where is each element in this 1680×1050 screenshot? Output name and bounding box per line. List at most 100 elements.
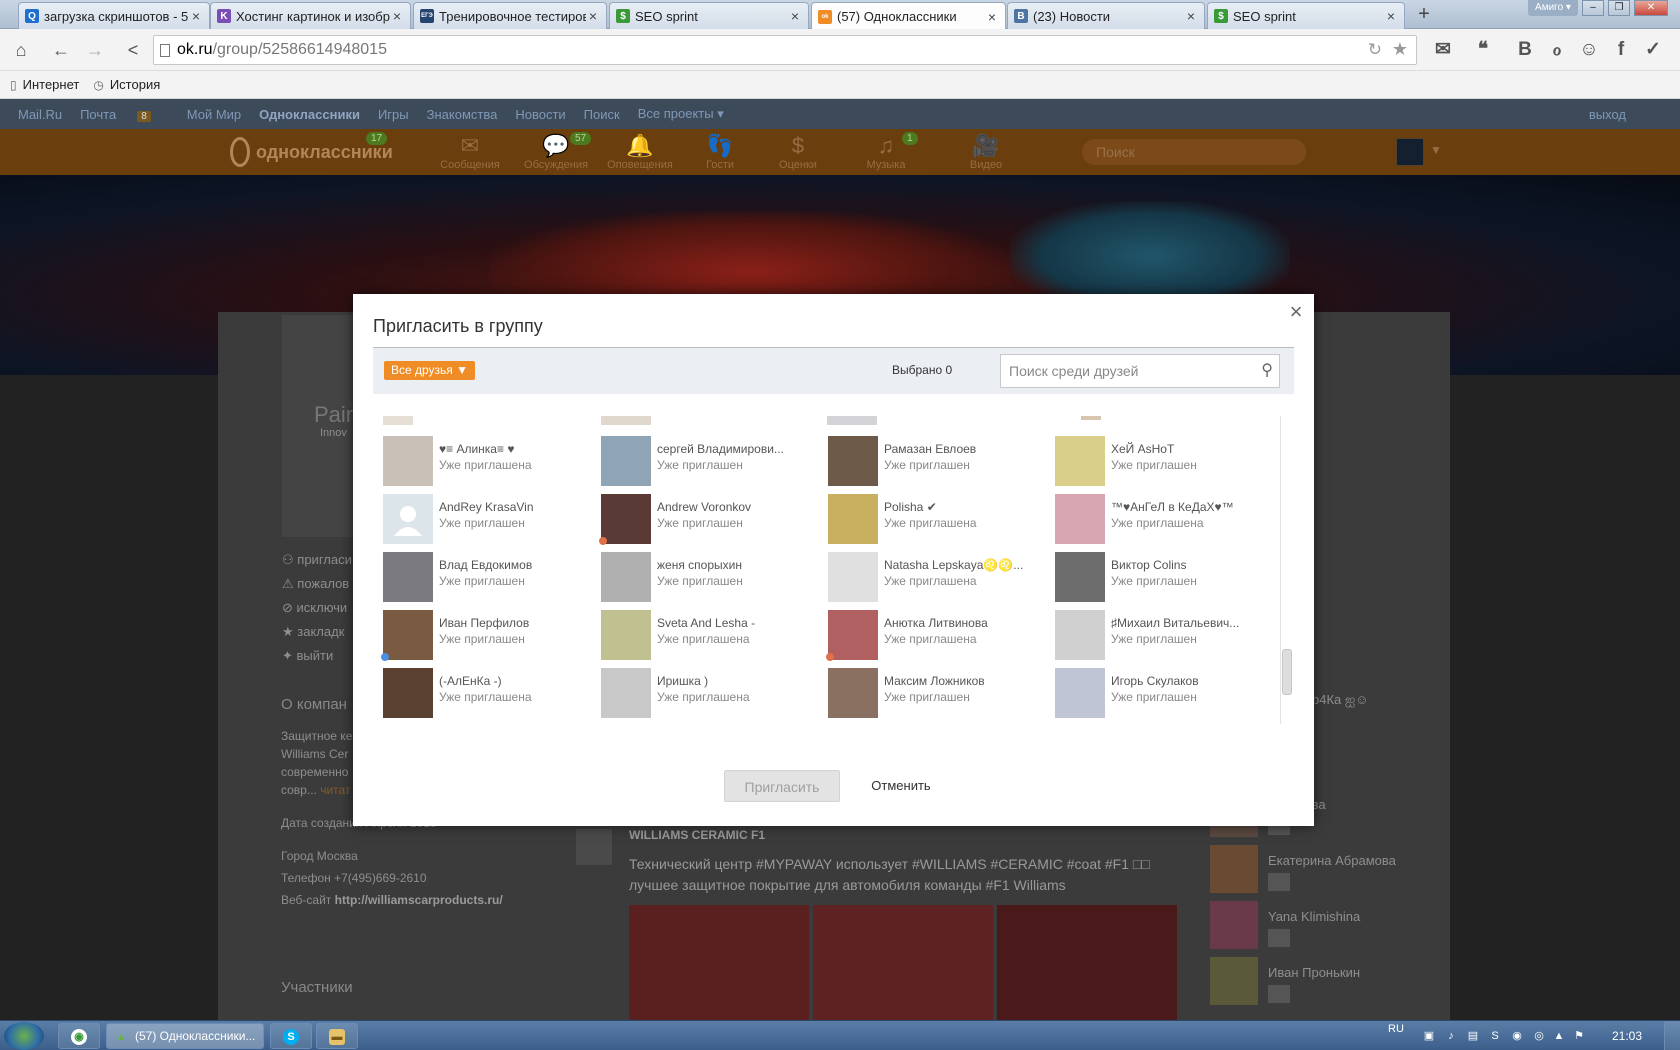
tab-4[interactable]: ok (57) Одноклассники × bbox=[811, 2, 1006, 30]
post-photo-2[interactable] bbox=[813, 905, 993, 1020]
show-desktop-button[interactable] bbox=[1664, 1021, 1680, 1050]
portal-link-ok[interactable]: Одноклассники bbox=[259, 107, 360, 122]
friend-card[interactable]: Sveta And Lesha - Уже приглашена bbox=[601, 610, 821, 666]
tab-1[interactable]: K Хостинг картинок и изобра × bbox=[210, 2, 411, 29]
friend-card[interactable]: Natasha Lepskaya♌♌... Уже приглашена bbox=[828, 552, 1048, 608]
chevron-down-icon[interactable]: ▼ bbox=[1430, 143, 1442, 157]
people-icon[interactable]: ☺ bbox=[1574, 35, 1604, 65]
volume-icon[interactable]: ♪ bbox=[1444, 1029, 1458, 1043]
home-icon[interactable]: ⌂ bbox=[6, 35, 36, 65]
tab-close-icon[interactable]: × bbox=[1184, 8, 1198, 24]
member-avatar-4[interactable] bbox=[1210, 901, 1258, 949]
friend-card[interactable]: Игорь Скулаков Уже приглашен bbox=[1055, 668, 1273, 724]
chat-icon[interactable]: ❝ bbox=[1468, 35, 1498, 65]
action-leave[interactable]: ✦ выйти bbox=[282, 648, 333, 664]
tray-window-icon[interactable]: ▤ bbox=[1466, 1029, 1480, 1043]
read-more-link[interactable]: читат bbox=[320, 783, 350, 797]
friend-card[interactable]: AndRey KrasaVin Уже приглашен bbox=[383, 494, 603, 550]
tab-5[interactable]: В (23) Новости × bbox=[1007, 2, 1205, 29]
tab-close-icon[interactable]: × bbox=[586, 8, 600, 24]
portal-link-mailru[interactable]: Mail.Ru bbox=[18, 107, 62, 122]
search-icon[interactable]: ⚲ bbox=[1261, 355, 1273, 387]
language-indicator[interactable]: RU bbox=[1388, 1023, 1404, 1035]
flag-icon[interactable]: ⚑ bbox=[1572, 1029, 1586, 1043]
tab-0[interactable]: Qзагрузка скриншотов - 5 м × bbox=[18, 2, 210, 29]
friend-avatar[interactable] bbox=[828, 610, 878, 660]
friend-card[interactable]: Иришка ) Уже приглашена bbox=[601, 668, 821, 724]
friend-avatar[interactable] bbox=[1055, 494, 1105, 544]
nav-video[interactable]: 🎥 Видео bbox=[946, 133, 1026, 171]
new-tab-button[interactable]: + bbox=[1412, 3, 1436, 27]
share-icon[interactable]: < bbox=[118, 35, 148, 65]
friend-card[interactable]: сергей Владимирови... Уже приглашен bbox=[601, 436, 821, 492]
bookmark-star-icon[interactable]: ★ bbox=[1392, 39, 1408, 60]
taskbar-explorer[interactable]: ▬ bbox=[316, 1023, 358, 1049]
minimize-button[interactable]: – bbox=[1582, 0, 1604, 16]
member-avatar-3[interactable] bbox=[1210, 845, 1258, 893]
friend-avatar[interactable] bbox=[1055, 668, 1105, 718]
post-photo-3[interactable] bbox=[997, 905, 1177, 1020]
friend-avatar[interactable] bbox=[601, 552, 651, 602]
user-avatar[interactable] bbox=[1396, 138, 1424, 166]
all-friends-dropdown[interactable]: Все друзья ▼ bbox=[384, 361, 476, 380]
ok-search-input[interactable]: Поиск bbox=[1082, 139, 1306, 165]
close-icon[interactable]: × bbox=[1286, 301, 1306, 323]
nav-messages[interactable]: ✉ Сообщения bbox=[430, 133, 510, 171]
friend-card[interactable]: женя спорыхин Уже приглашен bbox=[601, 552, 821, 608]
back-icon[interactable]: ← bbox=[46, 35, 76, 65]
friends-scrollbar-thumb[interactable] bbox=[1282, 649, 1292, 695]
friend-avatar[interactable] bbox=[383, 436, 433, 486]
friend-card[interactable]: Влад Евдокимов Уже приглашен bbox=[383, 552, 603, 608]
friend-avatar[interactable] bbox=[601, 668, 651, 718]
post-author[interactable]: WILLIAMS CERAMIC F1 bbox=[629, 828, 765, 842]
friend-card[interactable]: Виктор Colins Уже приглашен bbox=[1055, 552, 1273, 608]
friend-card[interactable]: Рамазан Евлоев Уже приглашен bbox=[828, 436, 1048, 492]
friends-search-input[interactable]: Поиск среди друзей ⚲ bbox=[1000, 354, 1280, 388]
friend-avatar[interactable] bbox=[1055, 436, 1105, 486]
tab-close-icon[interactable]: × bbox=[1384, 8, 1398, 24]
friend-avatar[interactable] bbox=[383, 610, 433, 660]
tray-app-icon[interactable]: ▣ bbox=[1422, 1029, 1436, 1043]
profile-button[interactable]: Амиго ▾ bbox=[1528, 0, 1578, 16]
invite-button[interactable]: Пригласить bbox=[724, 770, 840, 802]
address-bar[interactable]: ok.ru/group/52586614948015 ↻ ★ bbox=[153, 35, 1417, 65]
friend-avatar[interactable] bbox=[383, 552, 433, 602]
post-photo-1[interactable] bbox=[629, 905, 809, 1020]
reload-icon[interactable]: ↻ bbox=[1368, 40, 1382, 60]
friend-card[interactable]: Анютка Литвинова Уже приглашена bbox=[826, 610, 1048, 666]
odnoklassniki-icon[interactable]: ℴ bbox=[1542, 35, 1572, 65]
taskbar-active-window[interactable]: ▲ (57) Одноклассники... bbox=[106, 1023, 264, 1049]
nav-guests[interactable]: 👣 Гости bbox=[680, 133, 760, 171]
friend-avatar[interactable] bbox=[828, 552, 878, 602]
friend-card[interactable]: ™♥АнГеЛ в КеДаХ♥™ Уже приглашена bbox=[1055, 494, 1273, 550]
friend-avatar[interactable] bbox=[828, 494, 878, 544]
friend-card[interactable]: Andrew Voronkov Уже приглашен bbox=[599, 494, 821, 550]
portal-link-games[interactable]: Игры bbox=[378, 107, 409, 122]
amigo-tray-icon[interactable]: ▲ bbox=[1552, 1029, 1566, 1043]
friend-avatar[interactable] bbox=[383, 494, 433, 544]
start-button[interactable] bbox=[4, 1022, 44, 1050]
tab-6[interactable]: $ SEO sprint × bbox=[1207, 2, 1405, 29]
taskbar-amigo-launcher[interactable]: ◉ bbox=[58, 1023, 100, 1049]
twitter-icon[interactable]: ✓ bbox=[1638, 35, 1668, 65]
friend-card[interactable]: Иван Перфилов Уже приглашен bbox=[381, 610, 603, 666]
friend-avatar[interactable] bbox=[383, 668, 433, 718]
portal-link-search[interactable]: Поиск bbox=[584, 107, 620, 122]
window-close-button[interactable]: ✕ bbox=[1634, 0, 1668, 16]
action-exclude[interactable]: ⊘ исключи bbox=[282, 600, 347, 616]
maximize-button[interactable]: ❐ bbox=[1608, 0, 1630, 16]
friend-card[interactable]: ♯Михаил Витальевич... Уже приглашен bbox=[1055, 610, 1273, 666]
cancel-button[interactable]: Отменить bbox=[863, 770, 939, 802]
friend-card[interactable]: ХеЙ АsНоТ Уже приглашен bbox=[1055, 436, 1273, 492]
friend-card[interactable]: (-АлЕнКа -) Уже приглашена bbox=[383, 668, 603, 724]
member-name-1[interactable]: р4Ка ஐ☺ bbox=[1312, 692, 1369, 709]
member-name-5[interactable]: Иван Пронькин bbox=[1268, 965, 1360, 980]
nav-ratings[interactable]: $ Оценки bbox=[758, 133, 838, 171]
nav-notifications[interactable]: 🔔 Оповещения bbox=[600, 133, 680, 171]
friend-avatar[interactable] bbox=[828, 668, 878, 718]
friend-card[interactable]: Максим Ложников Уже приглашен bbox=[828, 668, 1048, 724]
bookmark-history[interactable]: ◷ История bbox=[93, 77, 160, 92]
portal-link-mymir[interactable]: Мой Мир bbox=[187, 107, 241, 122]
portal-link-all-projects[interactable]: Все проекты ▾ bbox=[638, 106, 724, 122]
tab-3[interactable]: $ SEO sprint × bbox=[609, 2, 809, 29]
